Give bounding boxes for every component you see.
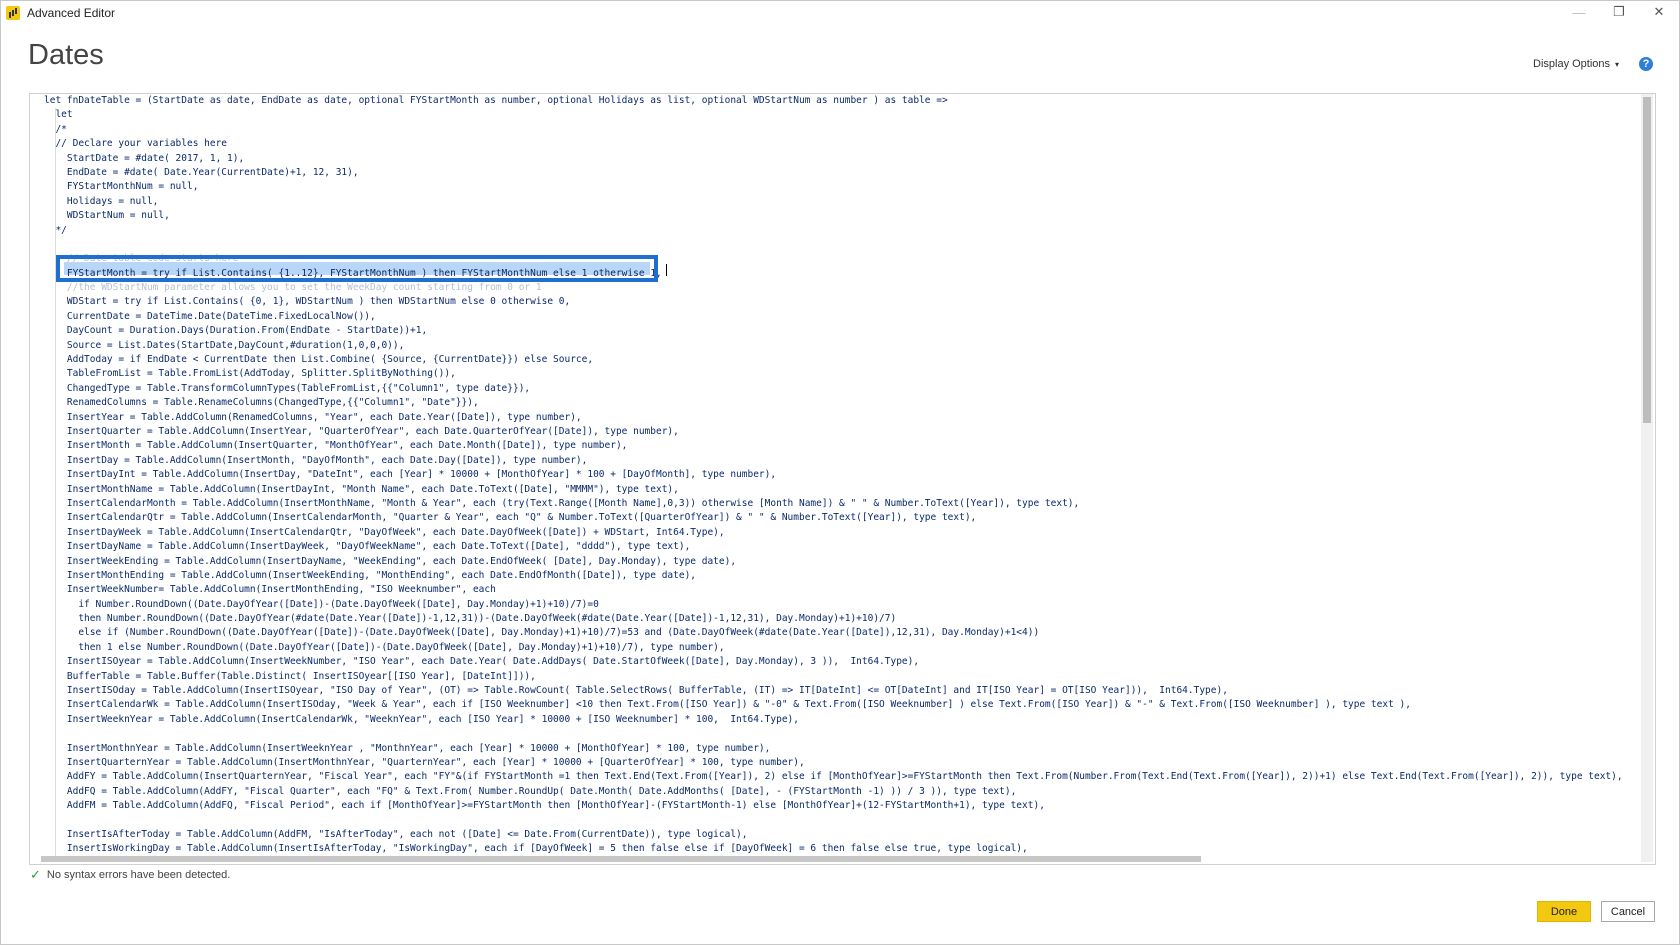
done-button[interactable]: Done xyxy=(1537,901,1591,922)
display-options-label: Display Options xyxy=(1533,58,1611,70)
code-line[interactable]: Holidays = null, xyxy=(44,195,1623,209)
code-line[interactable]: let fnDateTable = (StartDate as date, En… xyxy=(44,94,1623,108)
power-bi-icon xyxy=(6,6,20,20)
cancel-button[interactable]: Cancel xyxy=(1601,901,1655,922)
code-line[interactable]: InsertCalendarMonth = Table.AddColumn(In… xyxy=(44,497,1623,511)
close-button[interactable]: ✕ xyxy=(1639,1,1679,23)
code-line[interactable]: if Number.RoundDown((Date.DayOfYear([Dat… xyxy=(44,598,1623,612)
advanced-editor-window: Advanced Editor — ❐ ✕ Dates Display Opti… xyxy=(0,0,1680,945)
help-icon[interactable]: ? xyxy=(1639,57,1653,71)
code-line[interactable]: InsertWeeknYear = Table.AddColumn(Insert… xyxy=(44,713,1623,727)
query-name-heading: Dates xyxy=(28,39,104,71)
code-line[interactable]: InsertDayName = Table.AddColumn(InsertDa… xyxy=(44,540,1623,554)
code-line[interactable]: InsertMonthName = Table.AddColumn(Insert… xyxy=(44,483,1623,497)
code-line[interactable]: TableFromList = Table.FromList(AddToday,… xyxy=(44,367,1623,381)
title-bar: Advanced Editor — ❐ ✕ xyxy=(1,1,1679,25)
code-line[interactable]: /* xyxy=(44,123,1623,137)
code-line[interactable]: AddToday = if EndDate < CurrentDate then… xyxy=(44,353,1623,367)
code-line[interactable]: let xyxy=(44,108,1623,122)
code-line[interactable]: InsertISOday = Table.AddColumn(InsertISO… xyxy=(44,684,1623,698)
window-title: Advanced Editor xyxy=(27,6,116,20)
restore-button[interactable]: ❐ xyxy=(1599,1,1639,23)
code-line[interactable]: //the WDStartNum parameter allows you to… xyxy=(44,281,1623,295)
code-line[interactable]: CurrentDate = DateTime.Date(DateTime.Fix… xyxy=(44,310,1623,324)
code-line[interactable]: InsertMonthEnding = Table.AddColumn(Inse… xyxy=(44,569,1623,583)
horizontal-scrollbar[interactable] xyxy=(41,856,1201,862)
chevron-down-icon: ▾ xyxy=(1615,60,1620,69)
code-line[interactable]: InsertMonth = Table.AddColumn(InsertQuar… xyxy=(44,439,1623,453)
code-line[interactable]: InsertWeekNumber= Table.AddColumn(Insert… xyxy=(44,583,1623,597)
code-line[interactable]: InsertDayWeek = Table.AddColumn(InsertCa… xyxy=(44,526,1623,540)
text-cursor xyxy=(666,264,667,276)
code-line[interactable]: InsertCalendarWk = Table.AddColumn(Inser… xyxy=(44,698,1623,712)
code-line[interactable]: RenamedColumns = Table.RenameColumns(Cha… xyxy=(44,396,1623,410)
code-line[interactable]: InsertMonthnYear = Table.AddColumn(Inser… xyxy=(44,742,1623,756)
code-line[interactable]: WDStart = try if List.Contains( {0, 1}, … xyxy=(44,295,1623,309)
code-line[interactable]: InsertQuarter = Table.AddColumn(InsertYe… xyxy=(44,425,1623,439)
code-line[interactable]: ChangedType = Table.TransformColumnTypes… xyxy=(44,382,1623,396)
code-line[interactable]: else if (Number.RoundDown((Date.DayOfYea… xyxy=(44,626,1623,640)
window-controls: — ❐ ✕ xyxy=(1559,1,1679,23)
code-line[interactable]: AddFM = Table.AddColumn(AddFQ, "Fiscal P… xyxy=(44,799,1623,813)
minimize-button[interactable]: — xyxy=(1559,1,1599,23)
code-line[interactable]: InsertDayInt = Table.AddColumn(InsertDay… xyxy=(44,468,1623,482)
code-line[interactable]: InsertISOyear = Table.AddColumn(InsertWe… xyxy=(44,655,1623,669)
code-line[interactable]: */ xyxy=(44,224,1623,238)
code-line[interactable]: then Number.RoundDown((Date.DayOfYear(#d… xyxy=(44,612,1623,626)
code-line[interactable]: DayCount = Duration.Days(Duration.From(E… xyxy=(44,324,1623,338)
code-line[interactable]: AddFY = Table.AddColumn(InsertQuarternYe… xyxy=(44,770,1623,784)
status-text: No syntax errors have been detected. xyxy=(46,869,231,881)
code-line[interactable]: StartDate = #date( 2017, 1, 1), xyxy=(44,152,1623,166)
code-line[interactable]: InsertDay = Table.AddColumn(InsertMonth,… xyxy=(44,454,1623,468)
code-line[interactable]: InsertYear = Table.AddColumn(RenamedColu… xyxy=(44,411,1623,425)
code-line[interactable]: Source = List.Dates(StartDate,DayCount,#… xyxy=(44,339,1623,353)
syntax-status: ✓ No syntax errors have been detected. xyxy=(30,867,230,883)
code-editor[interactable]: let fnDateTable = (StartDate as date, En… xyxy=(29,93,1656,865)
code-line[interactable]: then 1 else Number.RoundDown((Date.DayOf… xyxy=(44,641,1623,655)
code-line[interactable]: EndDate = #date( Date.Year(CurrentDate)+… xyxy=(44,166,1623,180)
code-text[interactable]: let fnDateTable = (StartDate as date, En… xyxy=(44,94,1623,857)
code-line[interactable] xyxy=(44,238,1623,252)
code-line[interactable]: WDStartNum = null, xyxy=(44,209,1623,223)
code-line[interactable]: FYStartMonthNum = null, xyxy=(44,180,1623,194)
vertical-scrollbar-thumb[interactable] xyxy=(1643,97,1651,423)
code-line[interactable]: BufferTable = Table.Buffer(Table.Distinc… xyxy=(44,670,1623,684)
code-line[interactable]: InsertIsAfterToday = Table.AddColumn(Add… xyxy=(44,828,1623,842)
code-line[interactable]: InsertWeekEnding = Table.AddColumn(Inser… xyxy=(44,555,1623,569)
code-line[interactable]: InsertQuarternYear = Table.AddColumn(Ins… xyxy=(44,756,1623,770)
check-icon: ✓ xyxy=(30,867,41,882)
code-line[interactable]: InsertIsWorkingDay = Table.AddColumn(Ins… xyxy=(44,842,1623,856)
code-line[interactable]: // Declare your variables here xyxy=(44,137,1623,151)
highlight-annotation xyxy=(56,255,658,282)
code-line[interactable] xyxy=(44,814,1623,828)
code-line[interactable]: InsertCalendarQtr = Table.AddColumn(Inse… xyxy=(44,511,1623,525)
display-options-dropdown[interactable]: Display Options ▾ xyxy=(1533,58,1619,70)
code-line[interactable] xyxy=(44,727,1623,741)
code-line[interactable]: AddFQ = Table.AddColumn(AddFY, "Fiscal Q… xyxy=(44,785,1623,799)
